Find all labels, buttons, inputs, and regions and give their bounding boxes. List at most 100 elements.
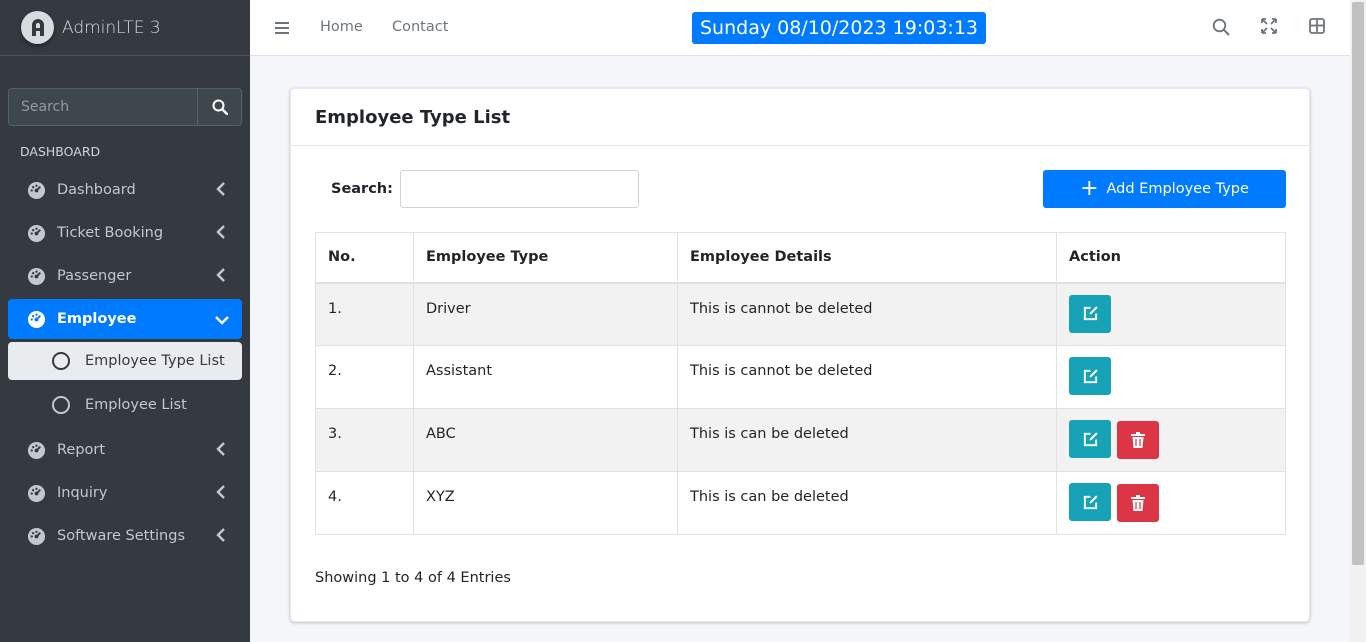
search-icon[interactable]: [1212, 18, 1230, 40]
tachometer-icon: [27, 527, 46, 546]
table-header-row: No. Employee Type Employee Details Actio…: [315, 232, 1286, 284]
table-search-input[interactable]: [400, 170, 639, 208]
tachometer-icon: [27, 441, 46, 460]
tachometer-icon: [27, 224, 46, 243]
edit-button[interactable]: [1069, 294, 1111, 333]
nav-link-home[interactable]: Home: [320, 19, 363, 35]
nav-header: DASHBOARD: [20, 144, 101, 159]
sidebar-item-label: Employee: [57, 311, 137, 327]
table-search-label: Search:: [331, 181, 393, 197]
chevron-left-icon: [216, 528, 226, 546]
trash-icon: [1131, 494, 1145, 511]
brand-link[interactable]: AdminLTE 3: [0, 0, 250, 56]
hamburger-menu-icon[interactable]: [275, 20, 289, 39]
cell-actions: [1056, 345, 1286, 409]
page-scrollbar[interactable]: [1350, 0, 1366, 642]
fullscreen-icon[interactable]: [1261, 18, 1277, 38]
cell-employee-details: This is cannot be deleted: [677, 345, 1057, 409]
sidebar-item-label: Report: [57, 442, 106, 458]
sidebar-item-report[interactable]: Report: [8, 430, 242, 470]
sidebar-item-ticket-booking[interactable]: Ticket Booking: [8, 213, 242, 253]
add-employee-type-label: Add Employee Type: [1106, 181, 1249, 197]
tachometer-icon: [27, 267, 46, 286]
tachometer-icon: [27, 484, 46, 503]
delete-button[interactable]: [1117, 420, 1159, 459]
column-header-employee-details[interactable]: Employee Details: [677, 232, 1057, 284]
sidebar-item-label: Passenger: [57, 268, 132, 284]
sidebar-search-button[interactable]: [197, 88, 242, 126]
table-info: Showing 1 to 4 of 4 Entries: [315, 570, 511, 586]
cell-no: 3.: [315, 408, 414, 472]
cell-employee-type: ABC: [413, 408, 678, 472]
datetime-display: Sunday 08/10/2023 19:03:13: [692, 12, 987, 44]
cell-no: 1.: [315, 282, 414, 346]
sidebar-nav: Dashboard Ticket Booking Passenger Emplo…: [8, 170, 242, 559]
cell-employee-details: This is can be deleted: [677, 471, 1057, 535]
table-row: 2. Assistant This is cannot be deleted: [315, 345, 1286, 409]
control-sidebar-icon[interactable]: [1309, 18, 1325, 38]
card-header: Employee Type List: [291, 89, 1309, 146]
employee-type-table: No. Employee Type Employee Details Actio…: [315, 232, 1286, 535]
sidebar-subitem-employee-list[interactable]: Employee List: [8, 386, 242, 424]
cell-actions: [1056, 282, 1286, 346]
edit-button[interactable]: [1069, 420, 1111, 458]
sidebar-search-input[interactable]: [8, 88, 197, 126]
edit-icon: [1083, 494, 1098, 509]
table-row: 3. ABC This is can be deleted: [315, 408, 1286, 472]
sidebar-item-inquiry[interactable]: Inquiry: [8, 473, 242, 513]
employee-type-card: Employee Type List Search: + Add Employe…: [290, 88, 1310, 622]
column-header-no[interactable]: No.: [315, 232, 414, 284]
sidebar-subitem-label: Employee List: [85, 397, 187, 413]
edit-icon: [1083, 431, 1098, 446]
column-header-action[interactable]: Action: [1056, 232, 1286, 284]
search-icon: [212, 99, 228, 115]
cell-employee-type: Driver: [413, 282, 678, 346]
cell-employee-type: XYZ: [413, 471, 678, 535]
brand-title: AdminLTE 3: [62, 17, 161, 38]
sidebar-item-passenger[interactable]: Passenger: [8, 256, 242, 296]
sidebar-subitem-label: Employee Type List: [85, 353, 225, 369]
chevron-down-icon: [215, 313, 229, 329]
chevron-left-icon: [216, 225, 226, 243]
trash-icon: [1131, 431, 1145, 448]
sidebar-search: [8, 88, 242, 126]
edit-button[interactable]: [1069, 357, 1111, 395]
table-row: 4. XYZ This is can be deleted: [315, 471, 1286, 535]
cell-no: 2.: [315, 345, 414, 409]
edit-icon: [1083, 306, 1098, 321]
scrollbar-thumb[interactable]: [1352, 2, 1364, 565]
sidebar-item-label: Dashboard: [57, 182, 136, 198]
table-row: 1. Driver This is cannot be deleted: [315, 282, 1286, 346]
cell-no: 4.: [315, 471, 414, 535]
cell-employee-details: This is can be deleted: [677, 408, 1057, 472]
delete-button[interactable]: [1117, 483, 1159, 522]
chevron-left-icon: [216, 182, 226, 200]
circle-icon: [52, 396, 70, 414]
chevron-left-icon: [216, 442, 226, 460]
card-title: Employee Type List: [315, 106, 511, 128]
chevron-left-icon: [216, 485, 226, 503]
edit-icon: [1083, 368, 1098, 383]
sidebar-item-label: Software Settings: [57, 528, 186, 544]
sidebar: AdminLTE 3 DASHBOARD Dashboard Ticket Bo…: [0, 0, 250, 642]
cell-employee-details: This is cannot be deleted: [677, 282, 1057, 346]
sidebar-item-label: Ticket Booking: [57, 225, 164, 241]
cell-actions: [1056, 408, 1286, 472]
sidebar-item-dashboard[interactable]: Dashboard: [8, 170, 242, 210]
tachometer-icon: [27, 181, 46, 200]
edit-button[interactable]: [1069, 483, 1111, 521]
sidebar-subitem-employee-type-list[interactable]: Employee Type List: [8, 342, 242, 380]
cell-employee-type: Assistant: [413, 345, 678, 409]
chevron-left-icon: [216, 268, 226, 286]
brand-logo: [21, 11, 54, 44]
sidebar-item-employee[interactable]: Employee: [8, 299, 242, 339]
add-employee-type-button[interactable]: + Add Employee Type: [1043, 170, 1286, 208]
column-header-employee-type[interactable]: Employee Type: [413, 232, 678, 284]
top-navbar: Home Contact Sunday 08/10/2023 19:03:13: [250, 0, 1350, 56]
nav-link-contact[interactable]: Contact: [392, 19, 448, 35]
cell-actions: [1056, 471, 1286, 535]
tachometer-icon: [27, 310, 46, 329]
sidebar-item-label: Inquiry: [57, 485, 108, 501]
sidebar-item-software-settings[interactable]: Software Settings: [8, 516, 242, 556]
plus-icon: +: [1080, 176, 1099, 201]
